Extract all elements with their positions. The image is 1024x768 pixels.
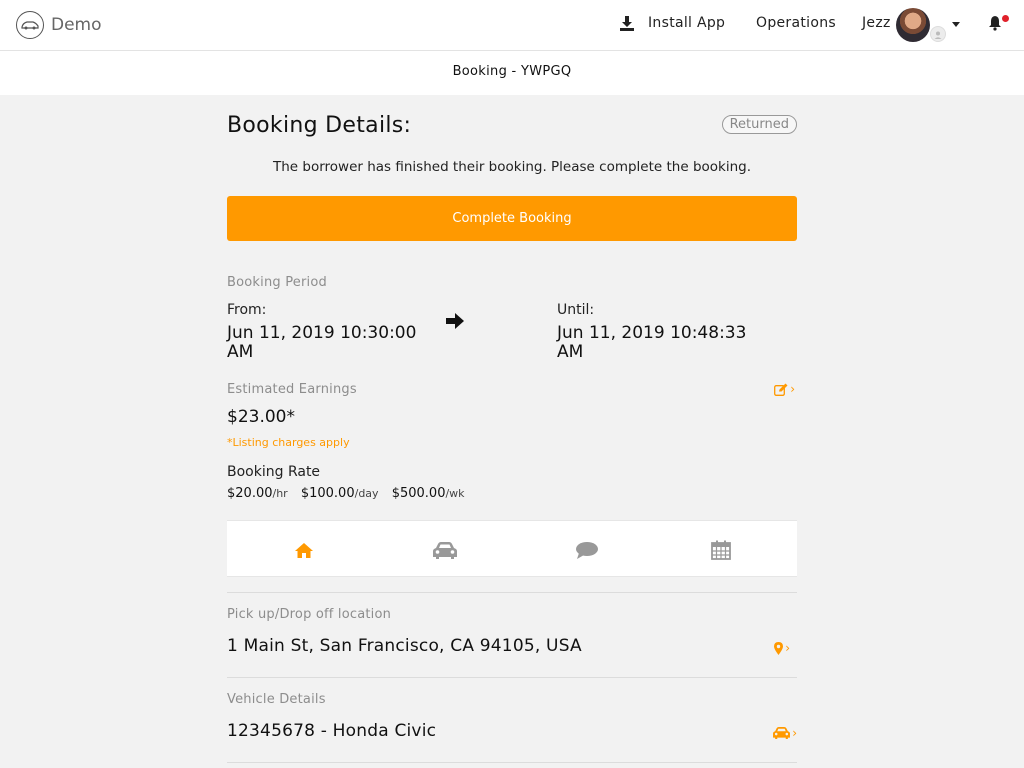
complete-booking-button[interactable]: Complete Booking [227,196,797,241]
from-value: Jun 11, 2019 10:30:00 AM [227,323,417,362]
edit-earnings-link[interactable]: › [774,382,795,396]
booking-rates: $20.00/hr $100.00/day $500.00/wk [227,486,474,501]
earnings-note: *Listing charges apply [227,436,350,449]
earnings-value: $23.00* [227,407,295,427]
user-menu-caret-icon[interactable] [952,22,960,27]
page-title: Booking Details: [227,113,412,138]
vehicle-value: 12345678 - Honda Civic [227,721,437,741]
status-badge: Returned [721,115,797,134]
divider [227,677,797,678]
brand[interactable]: Demo [16,11,102,39]
until-value: Jun 11, 2019 10:48:33 AM [557,323,747,362]
car-icon [433,541,457,559]
tab-calendar[interactable] [706,539,736,561]
booking-notice: The borrower has finished their booking.… [272,159,752,175]
booking-rate-label: Booking Rate [227,464,321,480]
avatar[interactable] [896,8,930,42]
from-label: From: [227,302,267,318]
install-app-label: Install App [648,15,726,31]
booking-reference: Booking - YWPGQ [452,64,572,79]
vehicle-details-label: Vehicle Details [227,692,326,707]
map-pin-icon [774,641,784,655]
home-icon [295,542,313,558]
user-badge-icon [930,26,946,42]
tab-vehicle[interactable] [430,539,460,561]
top-nav: Demo Install App Operations Jezz [0,0,1024,51]
estimated-earnings-label: Estimated Earnings [227,382,357,397]
calendar-icon [711,540,731,560]
booking-tabs [227,520,797,577]
chevron-right-icon: › [792,726,797,740]
vehicle-link[interactable]: › [773,726,797,740]
arrow-right-icon [446,313,464,333]
tab-home[interactable] [289,539,319,561]
operations-link[interactable]: Operations [756,15,836,31]
notification-dot [1002,15,1009,22]
divider [227,762,797,763]
until-label: Until: [557,302,595,318]
location-value: 1 Main St, San Francisco, CA 94105, USA [227,636,582,656]
chevron-right-icon: › [785,641,790,655]
tab-messages[interactable] [572,539,602,561]
location-label: Pick up/Drop off location [227,607,392,622]
page-header: Booking - YWPGQ [0,51,1024,95]
location-link[interactable]: › [774,641,790,655]
user-name[interactable]: Jezz [862,15,891,31]
download-icon [620,15,634,31]
bell-icon[interactable] [988,15,1002,35]
chevron-right-icon: › [790,382,795,396]
rate-daily: $100.00/day [300,486,379,501]
rate-weekly: $500.00/wk [391,486,465,501]
chat-icon [576,541,598,559]
edit-icon [774,383,788,396]
divider [227,592,797,593]
car-logo-icon [16,11,44,39]
install-app-link[interactable]: Install App [620,15,725,31]
brand-name: Demo [51,15,102,35]
car-icon [773,727,791,739]
rate-hourly: $20.00/hr [227,486,288,501]
booking-period-label: Booking Period [227,275,327,290]
